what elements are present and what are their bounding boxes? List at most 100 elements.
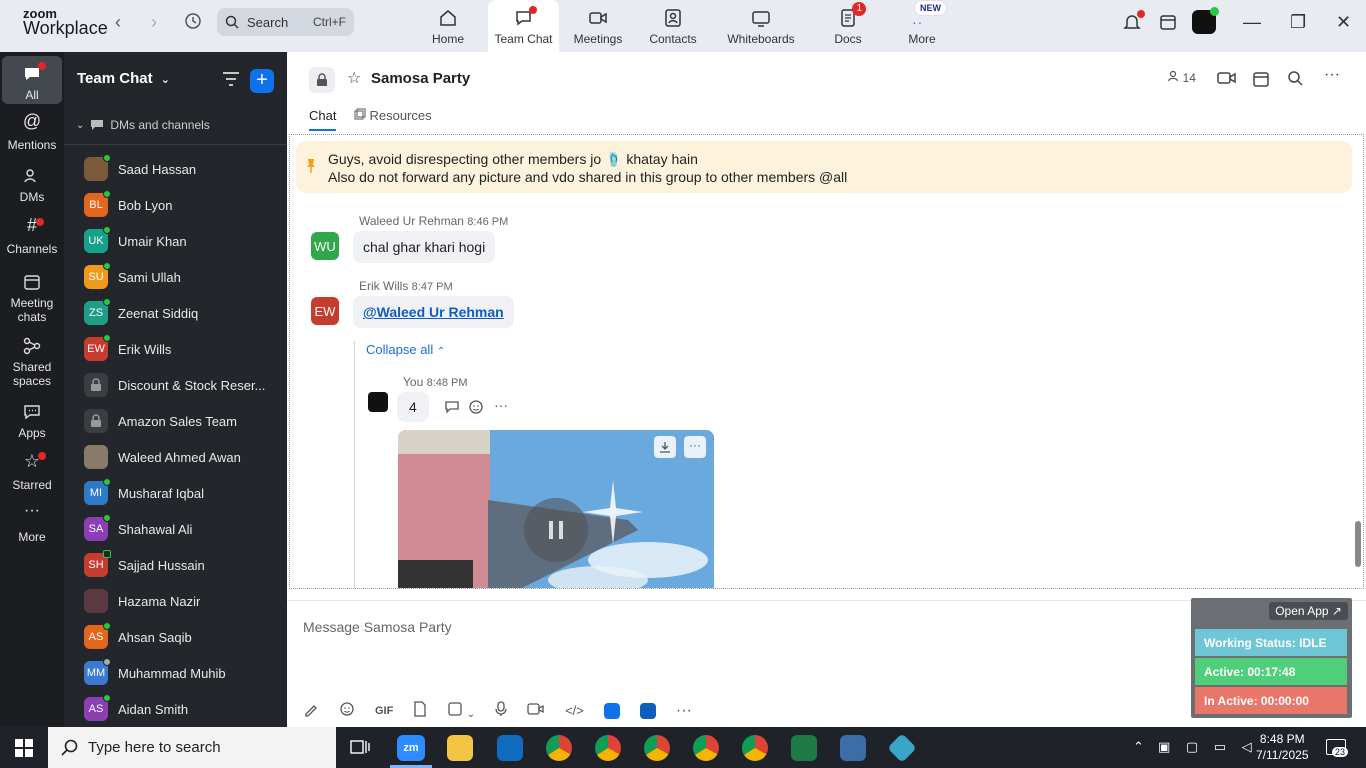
taskbar-clock[interactable]: 8:48 PM 7/11/2025: [1256, 731, 1309, 763]
search-icon[interactable]: [1287, 70, 1303, 89]
taskbar-search[interactable]: Type here to search: [48, 727, 336, 768]
calendar-icon[interactable]: [1252, 70, 1270, 91]
more-options-icon[interactable]: ···: [1324, 66, 1340, 84]
bell-icon[interactable]: [1122, 10, 1145, 37]
list-item[interactable]: EW Erik Wills: [84, 334, 284, 361]
code-icon[interactable]: </>: [565, 703, 584, 718]
message-bubble[interactable]: 4: [397, 392, 429, 422]
rail-item-all[interactable]: All: [2, 56, 62, 104]
tab-chat[interactable]: Chat: [309, 108, 337, 131]
file-explorer-icon[interactable]: [447, 735, 473, 761]
rail-item-shared-spaces[interactable]: Shared spaces: [2, 336, 62, 388]
list-item[interactable]: SA Shahawal Ali: [84, 514, 284, 541]
rail-item-mentions[interactable]: @ Mentions: [2, 112, 62, 152]
screenshot-icon[interactable]: ⌄: [447, 701, 475, 720]
reply-icon[interactable]: [444, 400, 460, 417]
list-item[interactable]: SH Sajjad Hussain: [84, 550, 284, 577]
tab-more[interactable]: ·· NEW More: [898, 0, 947, 52]
chrome-icon[interactable]: [546, 735, 572, 761]
star-icon[interactable]: ☆: [347, 68, 361, 88]
search-box[interactable]: Search Ctrl+F: [217, 8, 354, 36]
list-item[interactable]: AS Ahsan Saqib: [84, 622, 284, 649]
restore-icon[interactable]: ❐: [1290, 12, 1306, 33]
tray-icons[interactable]: ▣ ▢ ▭ ◁: [1158, 739, 1258, 755]
rail-item-meeting-chats[interactable]: Meeting chats: [2, 272, 62, 324]
list-item[interactable]: UK Umair Khan: [84, 226, 284, 253]
rail-item-starred[interactable]: ☆ Starred: [2, 452, 62, 492]
calendar-app-icon[interactable]: [1158, 12, 1178, 37]
tab-contacts[interactable]: Contacts: [645, 0, 701, 52]
message-bubble[interactable]: @Waleed Ur Rehman: [353, 296, 514, 328]
tab-resources[interactable]: Resources: [354, 108, 432, 131]
back-arrow-icon[interactable]: ‹: [115, 12, 121, 33]
download-button[interactable]: [654, 436, 676, 458]
tab-team-chat[interactable]: Team Chat: [488, 0, 559, 52]
open-app-button[interactable]: Open App ↗: [1269, 602, 1348, 620]
chevron-up-icon[interactable]: ⌃: [1133, 739, 1144, 755]
filter-icon[interactable]: [222, 71, 240, 90]
format-icon[interactable]: [303, 701, 319, 720]
dms-and-channels-section[interactable]: ⌄ DMs and channels: [76, 118, 210, 132]
profile-avatar[interactable]: [1192, 7, 1219, 34]
list-item[interactable]: Saad Hassan: [84, 154, 284, 181]
video-attachment[interactable]: ···: [398, 430, 714, 588]
close-icon[interactable]: ✕: [1336, 12, 1351, 33]
rail-item-more[interactable]: ··· More: [2, 503, 62, 545]
windows-start-icon[interactable]: [15, 739, 33, 760]
message-bubble[interactable]: chal ghar khari hogi: [353, 231, 496, 263]
tab-docs[interactable]: 1 Docs: [828, 0, 868, 52]
chrome-icon[interactable]: [595, 735, 621, 761]
list-item[interactable]: MM Muhammad Muhib: [84, 658, 284, 685]
rail-item-apps[interactable]: Apps: [2, 402, 62, 440]
gif-button[interactable]: GIF: [375, 705, 393, 717]
app-diamond-icon[interactable]: [887, 733, 917, 763]
list-item[interactable]: BL Bob Lyon: [84, 190, 284, 217]
list-item[interactable]: Discount & Stock Reser...: [84, 373, 284, 397]
list-item[interactable]: MI Musharaf Iqbal: [84, 478, 284, 505]
more-tools-icon[interactable]: ···: [676, 702, 692, 720]
zoom-taskbar-icon[interactable]: zm: [397, 735, 425, 761]
file-icon[interactable]: [413, 701, 427, 720]
app-icon-1[interactable]: [603, 702, 620, 719]
rail-item-channels[interactable]: # Channels: [2, 216, 62, 256]
outlook-icon[interactable]: [497, 735, 523, 761]
list-item[interactable]: SU Sami Ullah: [84, 262, 284, 289]
add-button[interactable]: +: [250, 69, 274, 93]
minimize-icon[interactable]: —: [1243, 12, 1261, 33]
tab-whiteboards[interactable]: Whiteboards: [722, 0, 800, 52]
pause-button[interactable]: [524, 498, 588, 562]
emoji-icon[interactable]: [468, 399, 484, 418]
avatar[interactable]: EW: [311, 297, 339, 325]
scrollbar[interactable]: [1355, 521, 1361, 567]
tab-home[interactable]: Home: [420, 0, 476, 52]
forward-arrow-icon[interactable]: ›: [151, 12, 157, 33]
video-camera-icon[interactable]: [1217, 70, 1237, 89]
calculator-icon[interactable]: [840, 735, 866, 761]
avatar[interactable]: WU: [311, 232, 339, 260]
mention-link[interactable]: @Waleed Ur Rehman: [363, 304, 504, 320]
list-item[interactable]: AS Aidan Smith: [84, 694, 284, 721]
tab-meetings[interactable]: Meetings: [568, 0, 628, 52]
app-icon-2[interactable]: [639, 702, 656, 719]
emoji-icon[interactable]: [339, 701, 355, 720]
members-button[interactable]: 14: [1167, 70, 1196, 85]
list-item[interactable]: Waleed Ahmed Awan: [84, 445, 284, 469]
chrome-icon[interactable]: [742, 735, 768, 761]
collapse-all-button[interactable]: Collapse all ⌃: [366, 342, 445, 357]
history-icon[interactable]: [184, 12, 202, 35]
team-chat-header[interactable]: Team Chat ⌄: [77, 70, 170, 87]
chrome-icon[interactable]: [644, 735, 670, 761]
message-list[interactable]: Guys, avoid disrespecting other members …: [289, 134, 1364, 589]
video-message-icon[interactable]: [527, 702, 545, 719]
list-item[interactable]: Amazon Sales Team: [84, 409, 284, 433]
page-title[interactable]: Samosa Party: [371, 70, 470, 87]
list-item[interactable]: Hazama Nazir: [84, 589, 284, 613]
task-view-icon[interactable]: [350, 738, 370, 759]
avatar[interactable]: [368, 392, 388, 412]
excel-icon[interactable]: [791, 735, 817, 761]
pinned-message[interactable]: Guys, avoid disrespecting other members …: [296, 141, 1352, 193]
message-input[interactable]: Message Samosa Party: [303, 619, 452, 635]
video-more-button[interactable]: ···: [684, 436, 706, 458]
microphone-icon[interactable]: [495, 701, 507, 720]
list-item[interactable]: ZS Zeenat Siddiq: [84, 298, 284, 325]
